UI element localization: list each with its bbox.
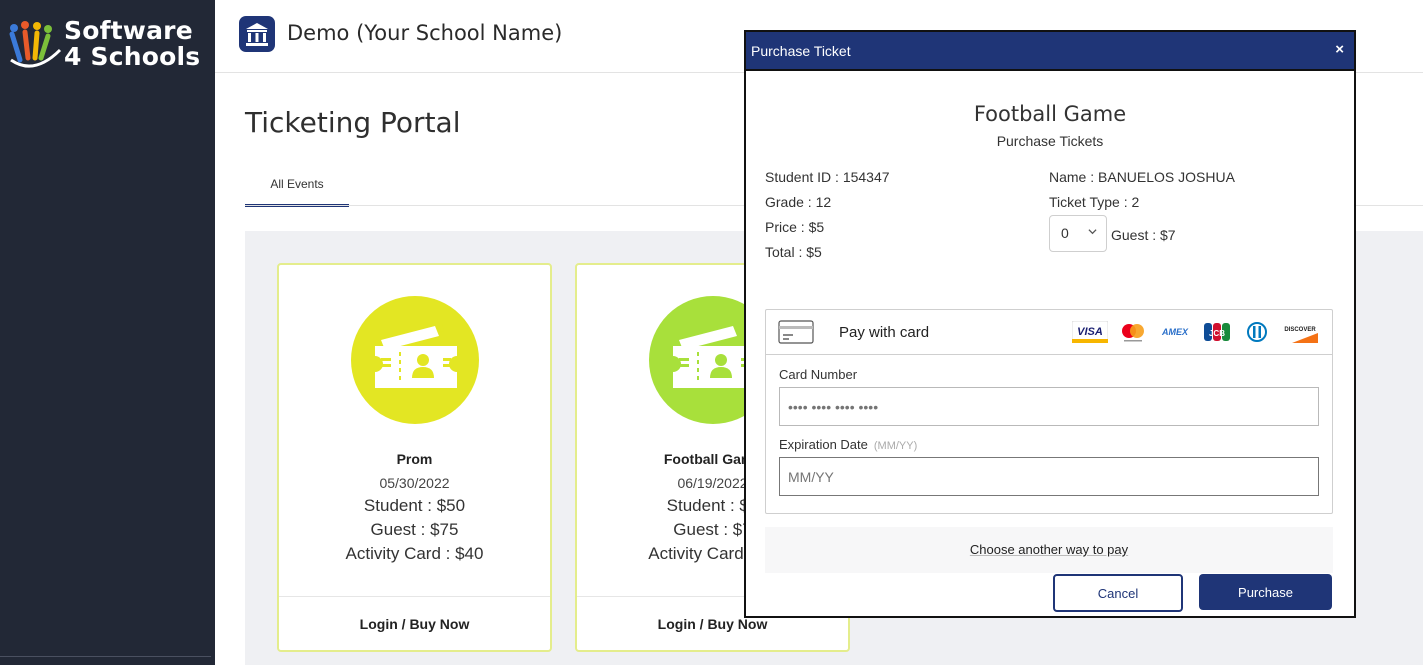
discover-icon: DISCOVER [1282, 321, 1318, 343]
grade: Grade : 12 [765, 194, 832, 210]
alternate-payment-section: Choose another way to pay [765, 527, 1333, 573]
sidebar-divider [0, 656, 211, 657]
chevron-down-icon [1088, 229, 1097, 235]
diners-club-icon [1242, 321, 1272, 343]
guest-price: Guest : $75 [370, 520, 459, 539]
close-icon[interactable]: × [1335, 41, 1344, 58]
credit-card-icon [778, 320, 814, 344]
sidebar: Software 4 Schools [0, 0, 215, 665]
visa-logo-text: VISA [1077, 326, 1103, 338]
modal-event-name: Football Game [973, 102, 1127, 126]
pay-with-card-label: Pay with card [839, 324, 930, 341]
card-footer-divider [279, 596, 550, 597]
student-price: Student : $50 [363, 496, 466, 515]
logo-text: Software 4 Schools [64, 18, 200, 70]
card-payment-box: Pay with card VISA AMEX JCB DISCOVER Car… [765, 309, 1333, 514]
mastercard-icon [1118, 321, 1148, 343]
modal-header: Purchase Ticket × [746, 32, 1354, 71]
school-icon [239, 16, 275, 52]
login-buy-now-link[interactable]: Login / Buy Now [577, 616, 848, 632]
choose-another-way-link[interactable]: Choose another way to pay [765, 542, 1333, 557]
purchase-button[interactable]: Purchase [1199, 574, 1332, 610]
event-name: Prom [396, 451, 433, 467]
price: Price : $5 [765, 219, 825, 235]
jcb-logo-text: JCB [1209, 329, 1225, 338]
tab-all-events[interactable]: All Events [245, 160, 349, 207]
visa-icon: VISA [1072, 321, 1108, 343]
total: Total : $5 [765, 244, 822, 260]
card-number-label: Card Number [779, 367, 858, 382]
cancel-button[interactable]: Cancel [1053, 574, 1183, 612]
event-date: 05/30/2022 [379, 475, 450, 491]
card-brands: VISA AMEX JCB DISCOVER [1072, 320, 1318, 344]
amex-logo-text: AMEX [1161, 327, 1189, 337]
modal-title: Purchase Ticket [751, 43, 851, 59]
purchase-ticket-modal: Purchase Ticket × Football Game Purchase… [744, 30, 1356, 618]
card-number-input[interactable] [779, 387, 1319, 426]
guest-price-label: Guest : $7 [1111, 227, 1176, 243]
ticket-icon [351, 296, 479, 424]
logo-mark-icon [9, 21, 62, 68]
ticket-type: Ticket Type : 2 [1049, 194, 1140, 210]
expiration-date-input[interactable] [779, 457, 1319, 496]
school-name: Demo (Your School Name) [287, 21, 563, 45]
guest-count-select[interactable]: 0 [1049, 215, 1107, 252]
logo-line1: Software [64, 16, 193, 45]
card-payment-header: Pay with card VISA AMEX JCB DISCOVER [766, 310, 1332, 355]
expiration-date-hint: (MM/YY) [873, 440, 918, 452]
student-id: Student ID : 154347 [765, 169, 890, 185]
activity-card-price: Activity Card : $40 [345, 544, 484, 563]
jcb-icon: JCB [1202, 321, 1232, 343]
discover-logo-text: DISCOVER [1284, 327, 1316, 333]
page-title: Ticketing Portal [245, 106, 461, 139]
logo-line2: 4 Schools [64, 42, 201, 71]
guest-count-value: 0 [1061, 225, 1069, 241]
modal-subtitle: Purchase Tickets [996, 133, 1104, 149]
expiration-date-label: Expiration Date [779, 437, 868, 452]
amex-icon: AMEX [1158, 321, 1192, 343]
software4schools-logo[interactable]: Software 4 Schools [8, 18, 208, 74]
event-card-prom: Prom 05/30/2022 Student : $50 Guest : $7… [277, 263, 552, 652]
login-buy-now-link[interactable]: Login / Buy Now [279, 616, 550, 632]
expiration-date-label-row: Expiration Date (MM/YY) [779, 437, 917, 452]
student-name: Name : BANUELOS JOSHUA [1049, 169, 1235, 185]
